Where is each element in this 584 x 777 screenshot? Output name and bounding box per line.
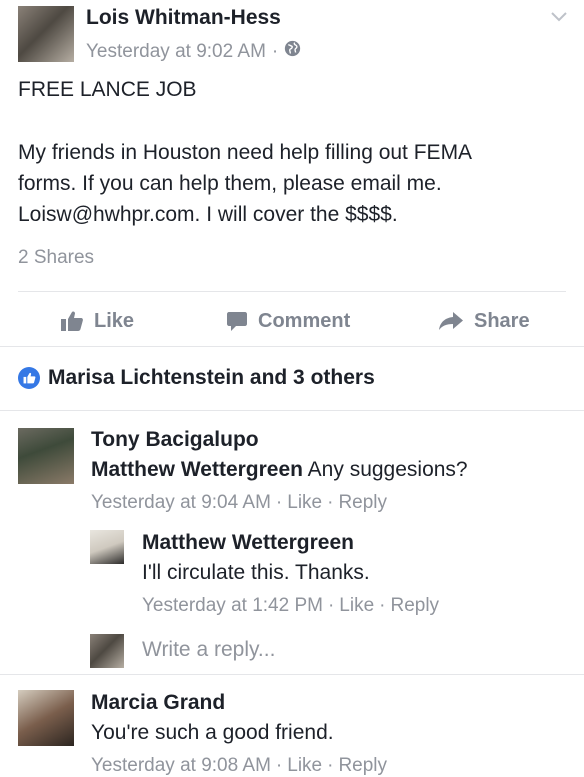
post-author-name[interactable]: Lois Whitman-Hess <box>86 6 281 30</box>
reply-text: I'll circulate this. Thanks. <box>142 561 370 584</box>
reply-meta: Yesterday at 1:42 PM · Like · Reply <box>142 595 439 617</box>
reply-timestamp[interactable]: Yesterday at 1:42 PM <box>142 595 323 617</box>
comment-body: Matthew Wettergreen Any suggesions? <box>91 458 468 482</box>
meta-separator: · <box>327 492 334 513</box>
comment-text: You're such a good friend. <box>91 721 334 744</box>
post-author-avatar[interactable] <box>18 6 74 62</box>
current-user-avatar <box>90 634 124 668</box>
comment-meta: Yesterday at 9:08 AM · Like · Reply <box>91 755 387 777</box>
divider <box>0 674 584 675</box>
commenter-avatar[interactable] <box>18 690 74 746</box>
reactions-summary[interactable]: Marisa Lichtenstein and 3 others <box>18 366 375 390</box>
comment-like-link[interactable]: Like <box>287 492 322 514</box>
comment-timestamp[interactable]: Yesterday at 9:04 AM <box>91 492 271 514</box>
commenter-name[interactable]: Tony Bacigalupo <box>91 428 259 452</box>
post-body-line: Loisw@hwhpr.com. I will cover the $$$$. <box>18 203 398 226</box>
reply-like-link[interactable]: Like <box>339 595 374 617</box>
divider <box>0 410 584 411</box>
post-timestamp[interactable]: Yesterday at 9:02 AM <box>86 41 266 63</box>
globe-icon <box>284 40 301 63</box>
post-body-line: forms. If you can help them, please emai… <box>18 172 442 195</box>
share-arrow-icon <box>438 311 464 331</box>
meta-separator: · <box>275 755 283 776</box>
commenter-name[interactable]: Marcia Grand <box>91 691 225 715</box>
comment-reply-link[interactable]: Reply <box>338 492 387 514</box>
reactions-text: Marisa Lichtenstein and 3 others <box>48 366 375 389</box>
divider <box>0 346 584 347</box>
divider <box>18 291 566 292</box>
like-button[interactable]: Like <box>60 306 134 336</box>
thumbs-up-icon <box>60 310 84 332</box>
comment-timestamp[interactable]: Yesterday at 9:08 AM <box>91 755 271 777</box>
comment-button[interactable]: Comment <box>226 306 350 336</box>
meta-separator: · <box>379 595 386 616</box>
like-reaction-icon <box>18 367 40 389</box>
post-body-line: My friends in Houston need help filling … <box>18 141 473 164</box>
tagged-user[interactable]: Matthew Wettergreen <box>91 458 303 481</box>
comment-bubble-icon <box>226 310 248 332</box>
comment-reply-link[interactable]: Reply <box>338 755 387 777</box>
meta-separator: · <box>327 595 335 616</box>
chevron-down-icon[interactable] <box>550 10 568 28</box>
post-meta: Yesterday at 9:02 AM · <box>86 40 301 63</box>
comment-like-link[interactable]: Like <box>287 755 322 777</box>
comment-text: Any suggesions? <box>307 458 468 481</box>
share-button[interactable]: Share <box>438 306 530 336</box>
comment-meta: Yesterday at 9:04 AM · Like · Reply <box>91 492 387 514</box>
post-title: FREE LANCE JOB <box>18 78 197 101</box>
commenter-avatar[interactable] <box>18 428 74 484</box>
meta-separator: · <box>275 492 283 513</box>
share-count[interactable]: 2 Shares <box>18 247 94 269</box>
meta-separator: · <box>271 40 279 62</box>
reply-author-avatar[interactable] <box>90 530 124 564</box>
reply-reply-link[interactable]: Reply <box>390 595 439 617</box>
reply-author-name[interactable]: Matthew Wettergreen <box>142 531 354 555</box>
meta-separator: · <box>327 755 334 776</box>
like-label: Like <box>94 309 135 332</box>
share-label: Share <box>474 309 530 332</box>
write-reply-input[interactable]: Write a reply... <box>142 638 275 662</box>
comment-label: Comment <box>258 309 351 332</box>
